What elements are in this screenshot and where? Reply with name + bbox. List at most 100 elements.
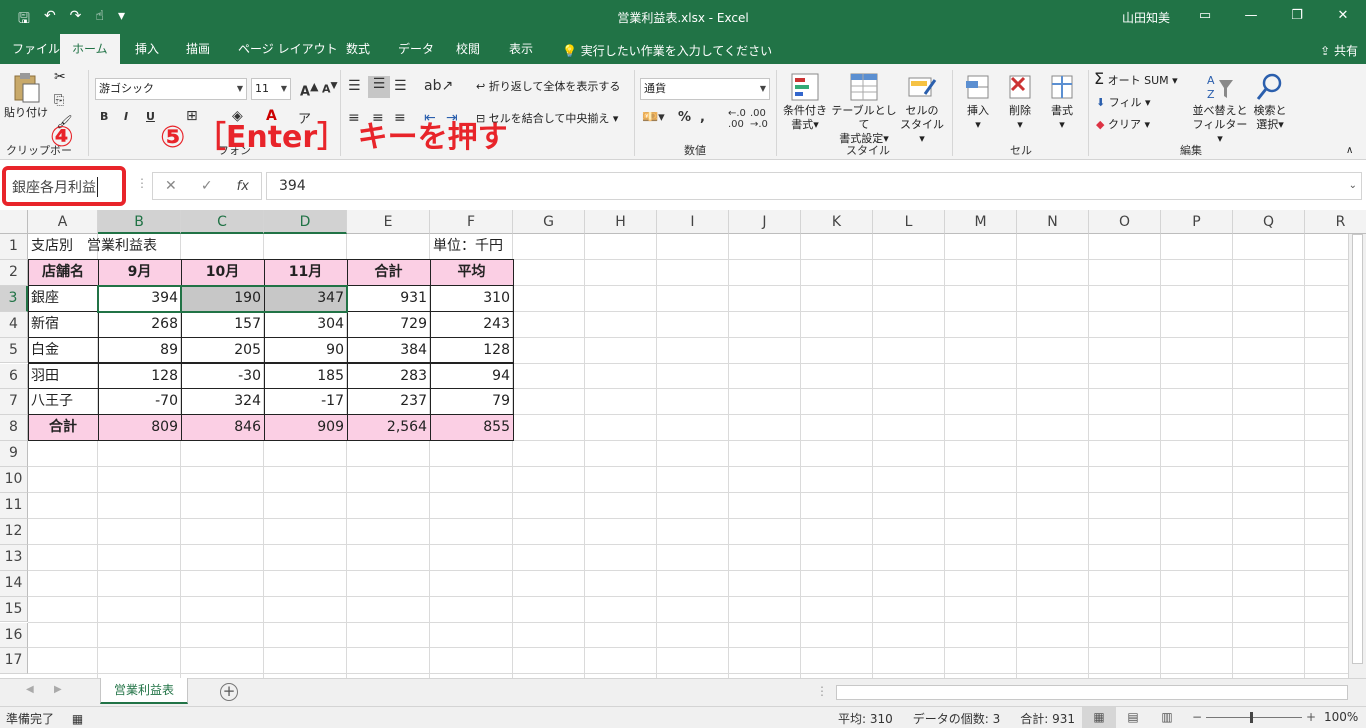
value-cell[interactable]: -30: [181, 364, 264, 389]
column-header[interactable]: C: [181, 210, 264, 234]
value-cell[interactable]: 128: [430, 338, 513, 363]
horizontal-scrollbar[interactable]: [836, 685, 1348, 700]
column-header[interactable]: E: [347, 210, 430, 234]
italic-button[interactable]: I: [124, 110, 128, 123]
row-header[interactable]: 14: [0, 570, 28, 597]
align-bottom-icon[interactable]: ☰: [394, 78, 407, 94]
paste-button[interactable]: 貼り付け: [4, 72, 48, 120]
formula-bar-grip[interactable]: ⋮: [136, 176, 148, 190]
insert-cells-button[interactable]: 挿入 ▾: [958, 72, 998, 132]
value-cell[interactable]: 89: [98, 338, 181, 363]
tab-data[interactable]: データ: [396, 34, 436, 64]
wrap-text-button[interactable]: ↩ 折り返して全体を表示する: [476, 80, 620, 94]
value-cell[interactable]: 128: [98, 364, 181, 389]
font-size-select[interactable]: 11 ▼: [251, 78, 291, 100]
share-button[interactable]: ⇪ 共有: [1320, 42, 1358, 59]
ribbon-display-icon[interactable]: ▭: [1182, 0, 1228, 32]
value-cell[interactable]: 94: [430, 364, 513, 389]
header-cell[interactable]: 9月: [98, 259, 181, 285]
user-name[interactable]: 山田知美: [1122, 9, 1170, 26]
row-header[interactable]: 6: [0, 363, 28, 390]
row-header[interactable]: 8: [0, 415, 28, 442]
copy-icon[interactable]: ⎘: [54, 94, 64, 108]
currency-icon[interactable]: 💴▾: [642, 110, 665, 125]
value-cell[interactable]: 243: [430, 312, 513, 337]
orientation-icon[interactable]: ab↗: [424, 78, 453, 94]
add-sheet-icon[interactable]: +: [220, 683, 238, 701]
underline-button[interactable]: U: [146, 110, 155, 123]
column-header[interactable]: P: [1161, 210, 1233, 234]
tab-home[interactable]: ホーム: [60, 34, 120, 64]
cell-title[interactable]: 支店別 営業利益表: [28, 234, 157, 259]
total-cell[interactable]: 合計: [28, 415, 98, 441]
tell-me-search[interactable]: 💡 実行したい作業を入力してください: [562, 42, 772, 59]
value-cell[interactable]: 157: [181, 312, 264, 337]
minimize-icon[interactable]: —: [1228, 0, 1274, 32]
value-cell[interactable]: 729: [347, 312, 430, 337]
column-header[interactable]: R: [1305, 210, 1366, 234]
macro-record-icon[interactable]: ▦: [72, 712, 83, 726]
page-layout-view-icon[interactable]: ▤: [1116, 707, 1150, 728]
header-cell[interactable]: 11月: [264, 259, 347, 285]
font-name-select[interactable]: 游ゴシック ▼: [95, 78, 247, 100]
cell-unit[interactable]: 単位：千円: [430, 234, 513, 259]
row-header[interactable]: 15: [0, 596, 28, 623]
shrink-font-icon[interactable]: A▼: [322, 80, 338, 96]
sheet-tab-active[interactable]: 営業利益表: [100, 678, 188, 704]
tab-insert[interactable]: 挿入: [133, 34, 161, 64]
grow-font-icon[interactable]: A▲: [300, 80, 318, 99]
total-cell[interactable]: 909: [264, 415, 347, 441]
row-header[interactable]: 4: [0, 311, 28, 338]
fill-button[interactable]: ⬇ フィル ▾: [1096, 96, 1151, 110]
total-cell[interactable]: 855: [430, 415, 513, 441]
header-cell[interactable]: 店舗名: [28, 259, 98, 285]
increase-decimal-icon[interactable]: ←.0.00: [728, 108, 746, 130]
value-cell[interactable]: 304: [264, 312, 347, 337]
row-header[interactable]: 5: [0, 337, 28, 364]
tab-view[interactable]: 表示: [507, 34, 535, 64]
formula-input[interactable]: 394 ⌄: [266, 172, 1362, 200]
value-cell[interactable]: 268: [98, 312, 181, 337]
name-box[interactable]: 銀座各月利益: [2, 166, 126, 206]
column-header[interactable]: M: [945, 210, 1017, 234]
tab-formulas[interactable]: 数式: [344, 34, 372, 64]
column-header[interactable]: J: [729, 210, 801, 234]
bold-button[interactable]: B: [100, 110, 108, 123]
column-header[interactable]: D: [264, 210, 347, 234]
page-break-view-icon[interactable]: ▥: [1150, 707, 1184, 728]
column-header[interactable]: F: [430, 210, 513, 234]
value-cell[interactable]: 931: [347, 286, 430, 311]
value-cell[interactable]: 283: [347, 364, 430, 389]
splitter-icon[interactable]: ⋮: [816, 684, 828, 698]
tab-review[interactable]: 校閲: [454, 34, 482, 64]
enter-icon[interactable]: ✓: [201, 178, 213, 194]
column-header[interactable]: Q: [1233, 210, 1305, 234]
column-header[interactable]: N: [1017, 210, 1089, 234]
store-name-cell[interactable]: 新宿: [28, 312, 98, 337]
column-header[interactable]: L: [873, 210, 945, 234]
header-cell[interactable]: 10月: [181, 259, 264, 285]
cancel-icon[interactable]: ✕: [165, 178, 177, 194]
tab-draw[interactable]: 描画: [184, 34, 212, 64]
close-icon[interactable]: ✕: [1320, 0, 1366, 32]
row-header[interactable]: 1: [0, 234, 28, 260]
tab-page-layout[interactable]: ページ レイアウト: [236, 34, 340, 64]
value-cell[interactable]: 384: [347, 338, 430, 363]
decrease-decimal-icon[interactable]: .00 →.0: [750, 108, 768, 130]
comma-icon[interactable]: ,: [700, 110, 705, 125]
row-header[interactable]: 11: [0, 493, 28, 519]
value-cell[interactable]: 90: [264, 338, 347, 363]
number-format-select[interactable]: 通貨 ▼: [640, 78, 770, 100]
conditional-format-button[interactable]: 条件付き 書式▾: [780, 72, 830, 132]
column-header[interactable]: G: [513, 210, 585, 234]
column-header[interactable]: O: [1089, 210, 1161, 234]
clear-button[interactable]: ◆ クリア ▾: [1096, 118, 1150, 132]
column-header[interactable]: A: [28, 210, 98, 234]
store-name-cell[interactable]: 白金: [28, 338, 98, 363]
value-cell[interactable]: -70: [98, 389, 181, 414]
store-name-cell[interactable]: 羽田: [28, 364, 98, 389]
row-header[interactable]: 2: [0, 259, 28, 286]
header-cell[interactable]: 平均: [430, 259, 513, 285]
column-header[interactable]: B: [98, 210, 181, 234]
row-header[interactable]: 17: [0, 648, 28, 675]
